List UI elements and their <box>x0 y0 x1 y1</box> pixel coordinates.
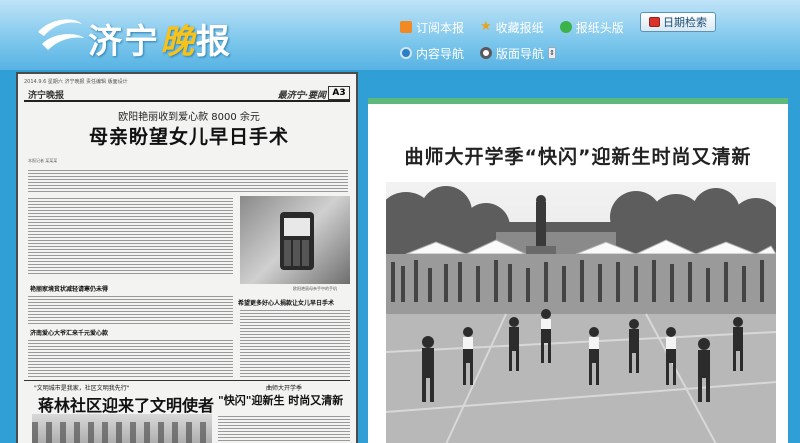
front-page-link[interactable]: 报纸头版 <box>559 19 624 36</box>
paper-byline: 本报记者 某某某 <box>28 158 58 163</box>
star-icon: ★ <box>480 19 492 34</box>
text-block <box>28 294 233 324</box>
paper-headline-3: "快闪"迎新生 时尚又清新 <box>218 394 344 407</box>
newspaper-page[interactable]: 2014.9.6 星期六 济宁晚报 责任编辑 版面设计 济宁晚报 最济宁·要闻 … <box>16 72 358 443</box>
paper-headline: 母亲盼望女儿早日手术 <box>88 126 289 148</box>
dropdown-arrow-icon[interactable]: ⇕ <box>548 47 557 59</box>
nav-label: 内容导航 <box>416 46 465 61</box>
date-search-button[interactable]: 日期检索 <box>640 12 716 32</box>
text-block <box>240 308 350 378</box>
swoosh-logo-icon <box>38 19 84 50</box>
paper-kicker-3: 希望更多好心人捐款让女儿早日手术 <box>238 300 335 307</box>
article-title[interactable]: 曲师大开学季“快闪”迎新生时尚又清新 <box>368 142 788 169</box>
favorites-link[interactable]: ★ 收藏报纸 <box>480 19 544 36</box>
paper-headline-2: 蒋林社区迎来了文明使者 <box>38 396 215 415</box>
layout-nav-link[interactable]: 版面导航 ⇕ <box>480 45 557 62</box>
nav-label: 收藏报纸 <box>495 20 544 35</box>
community-photo <box>32 414 212 443</box>
text-block <box>218 414 350 443</box>
paper-top-line: 2014.9.6 星期六 济宁晚报 责任编辑 版面设计 <box>24 79 128 85</box>
nav-label: 版面导航 <box>496 46 545 61</box>
paper-masthead: 济宁晚报 <box>28 91 65 101</box>
paper-kicker-1: 艳丽家境贫状减轻请寒仍未得 <box>30 286 109 293</box>
logo-text: 济宁晚报 <box>88 22 232 62</box>
paper-kicker-4: "文明城市是我家，社区文明我先行" <box>34 385 130 392</box>
figures <box>32 422 212 443</box>
article-photo <box>386 182 776 443</box>
nav-row-2: 内容导航 版面导航 ⇕ <box>400 40 650 66</box>
calendar-icon <box>649 17 660 27</box>
date-search-label: 日期检索 <box>663 16 707 29</box>
phone-keys <box>284 240 310 266</box>
content-nav-link[interactable]: 内容导航 <box>400 45 464 62</box>
article-panel: 曲师大开学季“快闪”迎新生时尚又清新 <box>368 98 788 443</box>
paper-kicker-5: 曲师大开学季 <box>266 385 303 392</box>
paper-masthead-bar: 济宁晚报 最济宁·要闻 A3 <box>24 86 350 102</box>
paper-page-number: A3 <box>328 86 350 100</box>
nav-label: 订阅本报 <box>416 20 465 35</box>
subscribe-link[interactable]: 订阅本报 <box>400 19 464 36</box>
content-nav-icon <box>400 47 412 59</box>
text-block <box>28 196 233 276</box>
divider <box>24 380 350 381</box>
phone-photo <box>240 196 350 284</box>
phone-shape <box>280 212 314 270</box>
layout-nav-icon <box>480 47 493 59</box>
dot-icon <box>559 21 572 33</box>
top-nav: 订阅本报 ★ 收藏报纸 报纸头版 内容导航 版面导航 ⇕ <box>400 14 650 66</box>
nav-row-1: 订阅本报 ★ 收藏报纸 报纸头版 <box>400 14 650 40</box>
site-header: 济宁晚报 订阅本报 ★ 收藏报纸 报纸头版 内容导航 版面导航 ⇕ 日期检索 <box>0 0 800 70</box>
paper-subheadline: 欧阳艳丽收到爱心款 8000 余元 <box>118 112 260 123</box>
rss-icon <box>400 21 412 33</box>
photo-caption: 欧阳艳丽母亲手中的手机 <box>293 286 337 291</box>
site-logo[interactable]: 济宁晚报 <box>30 8 270 62</box>
paper-kicker-2: 济南爱心大爷汇来千元爱心款 <box>30 330 109 337</box>
text-block <box>28 338 233 378</box>
paper-section: 最济宁·要闻 <box>277 91 326 101</box>
nav-label: 报纸头版 <box>575 20 624 35</box>
text-block <box>28 168 348 192</box>
main-area: 2014.9.6 星期六 济宁晚报 责任编辑 版面设计 济宁晚报 最济宁·要闻 … <box>0 70 800 443</box>
phone-screen <box>284 218 310 236</box>
flashmob-photo <box>386 182 776 443</box>
